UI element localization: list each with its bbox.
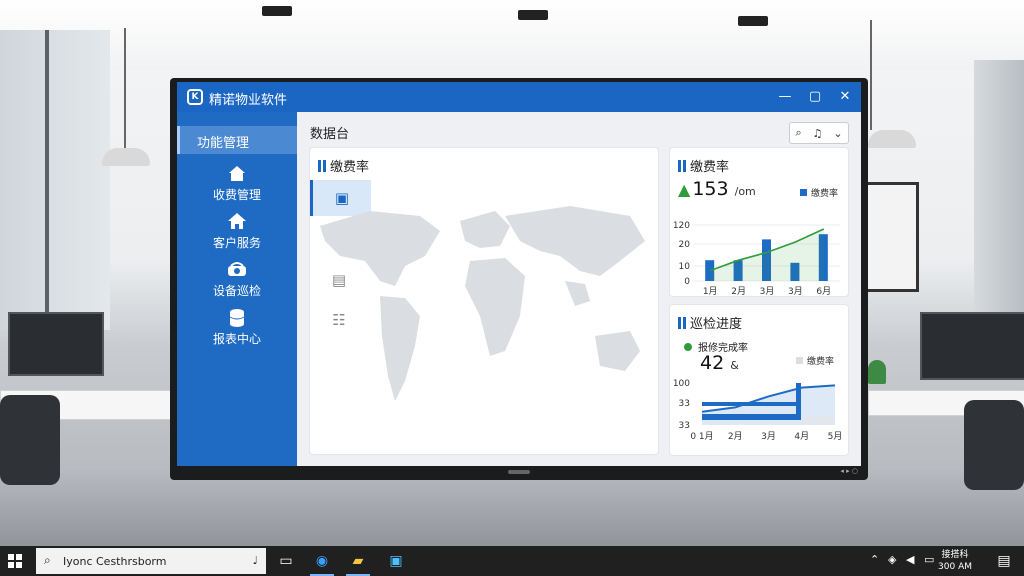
home-icon <box>225 164 249 184</box>
minimize-button[interactable]: — <box>775 87 795 107</box>
taskbar: ⌕ Iyonc Cesthrsborm ♩ ▭ ◉ ▰ ▣ ⌃ ◈ ◀ ▭ 接搭… <box>0 546 1024 576</box>
status-dot <box>684 343 692 351</box>
y-tick-label: 100 <box>673 379 690 389</box>
x-tick-label: 3月 <box>761 431 776 442</box>
volume-icon[interactable]: ◀ <box>906 553 914 566</box>
sidebar-item-inspection[interactable]: 设备巡检 <box>177 260 297 299</box>
restore-button[interactable]: ▢ <box>805 87 825 107</box>
y-tick-label: 120 <box>673 221 690 231</box>
title-bar: K 精诺物业软件 — ▢ ✕ <box>177 82 861 112</box>
monitor: K 精诺物业软件 — ▢ ✕ 功能管理 收费管理 客户服务 设备巡检 报表中心 … <box>170 78 868 480</box>
floor <box>0 470 1024 550</box>
x-tick-label: 2月 <box>731 286 746 296</box>
sidebar-item-label: 客户服务 <box>212 236 261 250</box>
task-view-icon[interactable]: ▭ <box>276 551 296 571</box>
sidebar-item-label: 设备巡检 <box>212 284 261 298</box>
x-tick-label: 3月 <box>788 286 803 296</box>
bell-icon[interactable]: ♫ <box>813 127 823 140</box>
house-icon <box>225 212 249 232</box>
sidebar-item-billing[interactable]: 收费管理 <box>177 164 297 203</box>
world-map <box>320 206 645 401</box>
inspection-card: 巡检进度 报修完成率 42 & 缴费率 33 33 100 0 1月 2月 3月 4月 5月 <box>670 305 848 455</box>
page-title: 数据台 <box>310 127 350 142</box>
ceiling-light <box>738 16 768 26</box>
sidebar-item-reports[interactable]: 报表中心 <box>177 308 297 347</box>
ceiling-light <box>262 6 292 16</box>
battery-icon[interactable]: ▭ <box>924 553 934 566</box>
x-tick-label: 2月 <box>728 431 743 442</box>
x-tick-label: 6月 <box>816 286 831 296</box>
search-text: Iyonc Cesthrsborm <box>63 555 167 568</box>
office-chair <box>0 395 60 485</box>
x-tick-label: 3月 <box>760 286 775 296</box>
app-title: 精诺物业软件 <box>209 93 288 108</box>
app-logo-icon: K <box>187 89 203 105</box>
windows-start-icon[interactable] <box>8 554 22 568</box>
y-tick-label: 20 <box>679 240 691 250</box>
store-icon[interactable]: ▣ <box>386 551 406 571</box>
plant <box>868 360 886 384</box>
legend-swatch <box>795 357 803 364</box>
close-button[interactable]: ✕ <box>835 87 855 107</box>
sidebar-item-customer-service[interactable]: 客户服务 <box>177 212 297 251</box>
taskbar-search[interactable]: ⌕ Iyonc Cesthrsborm ♩ <box>36 548 266 574</box>
sidebar: 功能管理 收费管理 客户服务 设备巡检 报表中心 <box>177 112 297 466</box>
main-panel: 数据台 ⌕ ♫ ⌄ 缴费率 ▣ ⌂ ▤ ☷ <box>297 112 861 466</box>
bar <box>796 383 801 420</box>
map-card-title: 缴费率 <box>318 156 369 175</box>
y-tick-label: 33 <box>679 421 690 431</box>
folder-icon[interactable]: ▰ <box>348 551 368 571</box>
window <box>0 30 110 330</box>
pendant-cord <box>124 28 126 148</box>
monitor-logo <box>508 470 530 474</box>
bar <box>702 414 798 420</box>
desk-monitor <box>8 312 104 376</box>
edge-icon[interactable]: ◉ <box>312 551 332 571</box>
sidebar-header[interactable]: 功能管理 <box>177 126 297 154</box>
device-icon <box>225 260 249 280</box>
chevron-up-icon[interactable]: ⌃ <box>870 553 879 566</box>
card-title: 缴费率 <box>678 156 729 175</box>
x-tick-label: 1月 <box>703 286 718 296</box>
microphone-icon[interactable]: ♩ <box>253 554 258 567</box>
x-tick-label: 4月 <box>794 431 809 442</box>
chevron-down-icon[interactable]: ⌄ <box>833 127 842 140</box>
x-tick-label: 0 1月 <box>690 431 713 442</box>
bar <box>801 417 833 423</box>
sidebar-item-label: 收费管理 <box>212 188 261 202</box>
sidebar-header-label: 功能管理 <box>197 136 250 151</box>
inspection-chart: 33 33 100 0 1月 2月 3月 4月 5月 <box>673 379 843 442</box>
bar <box>702 402 800 406</box>
sidebar-item-label: 报表中心 <box>212 332 261 346</box>
pendant-lamp <box>868 130 916 148</box>
legend: 缴费率 <box>795 354 834 367</box>
database-icon <box>225 308 249 328</box>
fee-rate-chart: 0 10 20 120 1月 2月 3月 3月 6月 <box>673 221 840 296</box>
y-tick-label: 0 <box>684 277 690 287</box>
wall-picture <box>863 182 919 292</box>
card-title: 巡检进度 <box>678 313 742 332</box>
app-window: K 精诺物业软件 — ▢ ✕ 功能管理 收费管理 客户服务 设备巡检 报表中心 … <box>177 82 861 466</box>
window <box>974 60 1024 320</box>
kpi-value: 42 & <box>700 352 739 374</box>
search-icon[interactable]: ⌕ <box>795 126 801 140</box>
search-icon: ⌕ <box>44 553 51 567</box>
y-tick-label: 10 <box>679 262 691 272</box>
clock[interactable]: 接搭科 300 AM <box>938 549 972 573</box>
monitor-buttons[interactable]: ◂ ▸ ○ <box>840 467 858 475</box>
ceiling-light <box>518 10 548 20</box>
pendant-lamp <box>102 148 150 166</box>
map-card: 缴费率 ▣ ⌂ ▤ ☷ <box>310 148 658 454</box>
pendant-cord <box>870 20 872 130</box>
office-chair <box>964 400 1024 490</box>
network-icon[interactable]: ◈ <box>888 553 896 566</box>
x-tick-label: 5月 <box>828 431 843 442</box>
desk-monitor <box>920 312 1024 380</box>
notification-icon[interactable]: ▤ <box>994 551 1014 571</box>
toolbar: ⌕ ♫ ⌄ <box>789 122 849 144</box>
y-tick-label: 33 <box>679 399 690 409</box>
fee-rate-card: 缴费率 ▲ 153 /om 缴费率 0 10 20 120 1月 2月 3月 3月 6月 <box>670 148 848 296</box>
